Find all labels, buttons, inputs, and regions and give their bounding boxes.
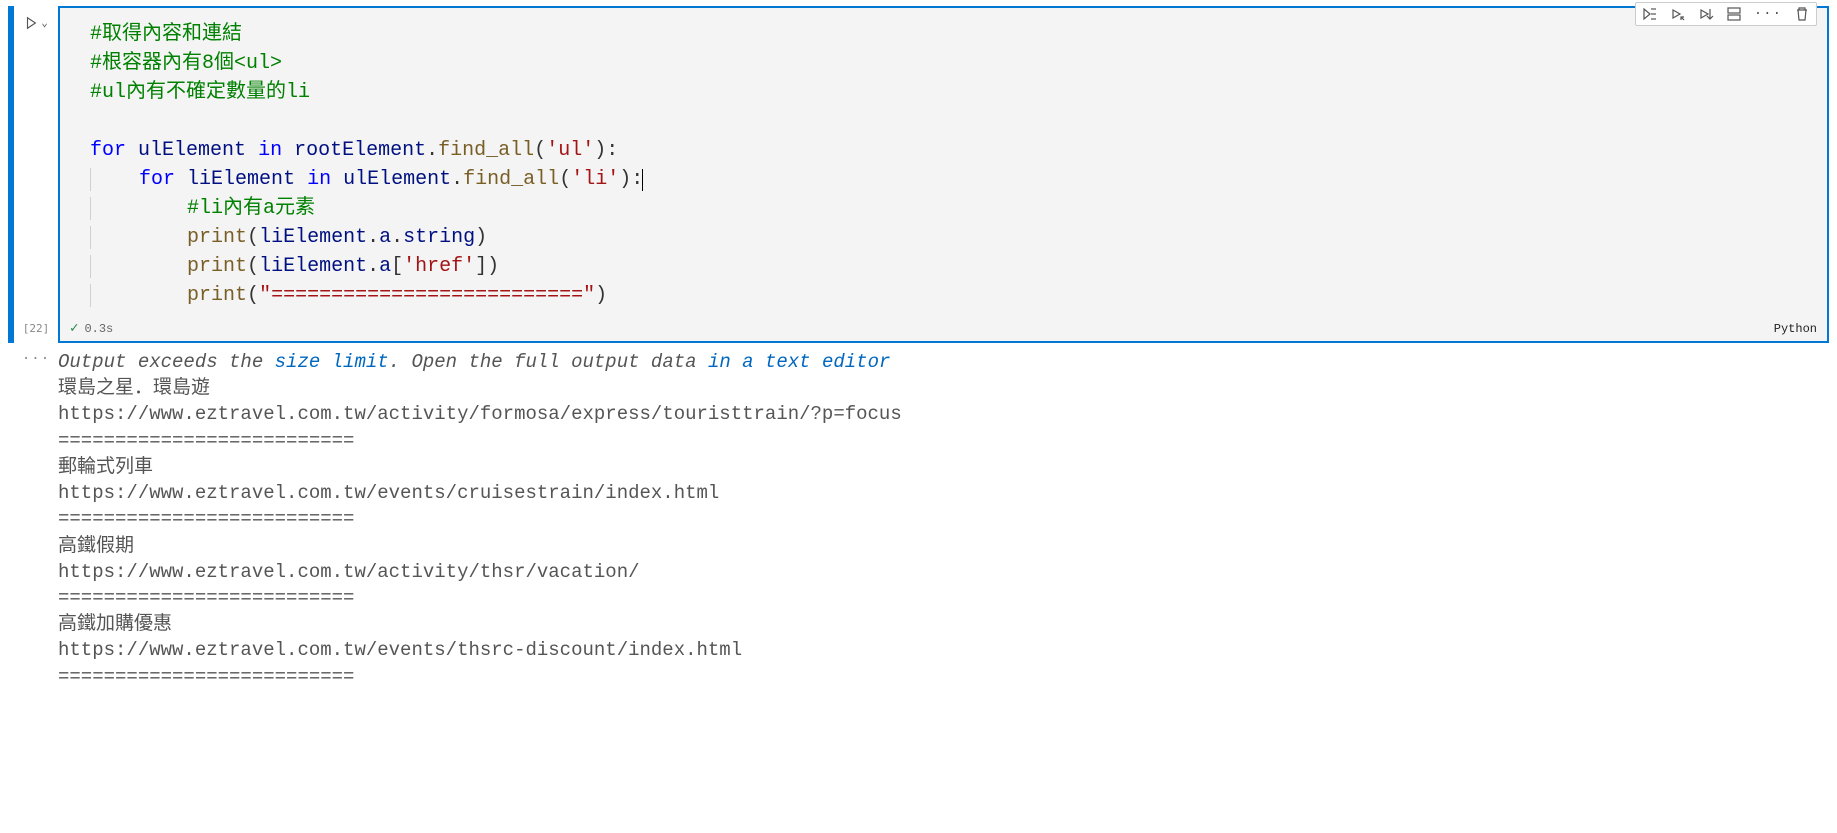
cell-toolbar: ··· [1635, 2, 1817, 26]
comment: #ul內有不確定數量的li [90, 81, 310, 104]
check-icon: ✓ [70, 320, 78, 337]
output-more-icon[interactable]: ··· [14, 351, 58, 367]
text-editor-link[interactable]: in a text editor [708, 351, 890, 373]
output-line: https://www.eztravel.com.tw/events/thsrc… [58, 639, 742, 661]
output-area: ··· Output exceeds the size limit. Open … [8, 349, 1829, 690]
output-line: 郵輪式列車 [58, 456, 153, 478]
run-cell-button[interactable]: ⌄ [24, 16, 48, 30]
exec-duration: 0.3s [84, 322, 113, 336]
output-line: 環島之星．環島遊 [58, 377, 210, 399]
output-line: 高鐵加購優惠 [58, 613, 172, 635]
cell-status-bar: ✓ 0.3s Python [60, 318, 1827, 341]
text-cursor [642, 169, 643, 191]
size-limit-link[interactable]: size limit [275, 351, 389, 373]
output-line: ========================== [58, 587, 354, 609]
output-line: ========================== [58, 666, 354, 688]
execution-count: [22] [23, 322, 50, 335]
output-line: ========================== [58, 508, 354, 530]
output-line: https://www.eztravel.com.tw/events/cruis… [58, 482, 719, 504]
exec-gutter: ⌄ [22] [14, 6, 58, 343]
output-text: Output exceeds the size limit. Open the … [58, 349, 1829, 690]
delete-cell-button[interactable] [1794, 6, 1810, 22]
run-by-line-button[interactable] [1642, 6, 1658, 22]
code-editor[interactable]: ··· #取得內容和連結 #根容器內有8個<ul> #ul內有不確定數量的li … [58, 6, 1829, 343]
comment: #li內有a元素 [187, 197, 315, 220]
execute-above-button[interactable] [1670, 6, 1686, 22]
play-icon [24, 16, 38, 30]
output-line: ========================== [58, 430, 354, 452]
output-line: https://www.eztravel.com.tw/activity/for… [58, 403, 902, 425]
comment: #取得內容和連結 [90, 23, 242, 46]
code-content[interactable]: #取得內容和連結 #根容器內有8個<ul> #ul內有不確定數量的li for … [60, 8, 1827, 318]
cell-language[interactable]: Python [1774, 322, 1817, 336]
output-exceed-prefix: Output exceeds the [58, 351, 275, 373]
chevron-down-icon: ⌄ [41, 16, 48, 30]
output-line: https://www.eztravel.com.tw/activity/ths… [58, 561, 640, 583]
split-cell-button[interactable] [1726, 6, 1742, 22]
keyword-for: for [90, 139, 126, 162]
more-actions-button[interactable]: ··· [1754, 6, 1782, 22]
execute-below-button[interactable] [1698, 6, 1714, 22]
comment: #根容器內有8個<ul> [90, 52, 282, 75]
code-cell: ⌄ [22] ··· [8, 6, 1829, 343]
output-line: 高鐵假期 [58, 535, 134, 557]
